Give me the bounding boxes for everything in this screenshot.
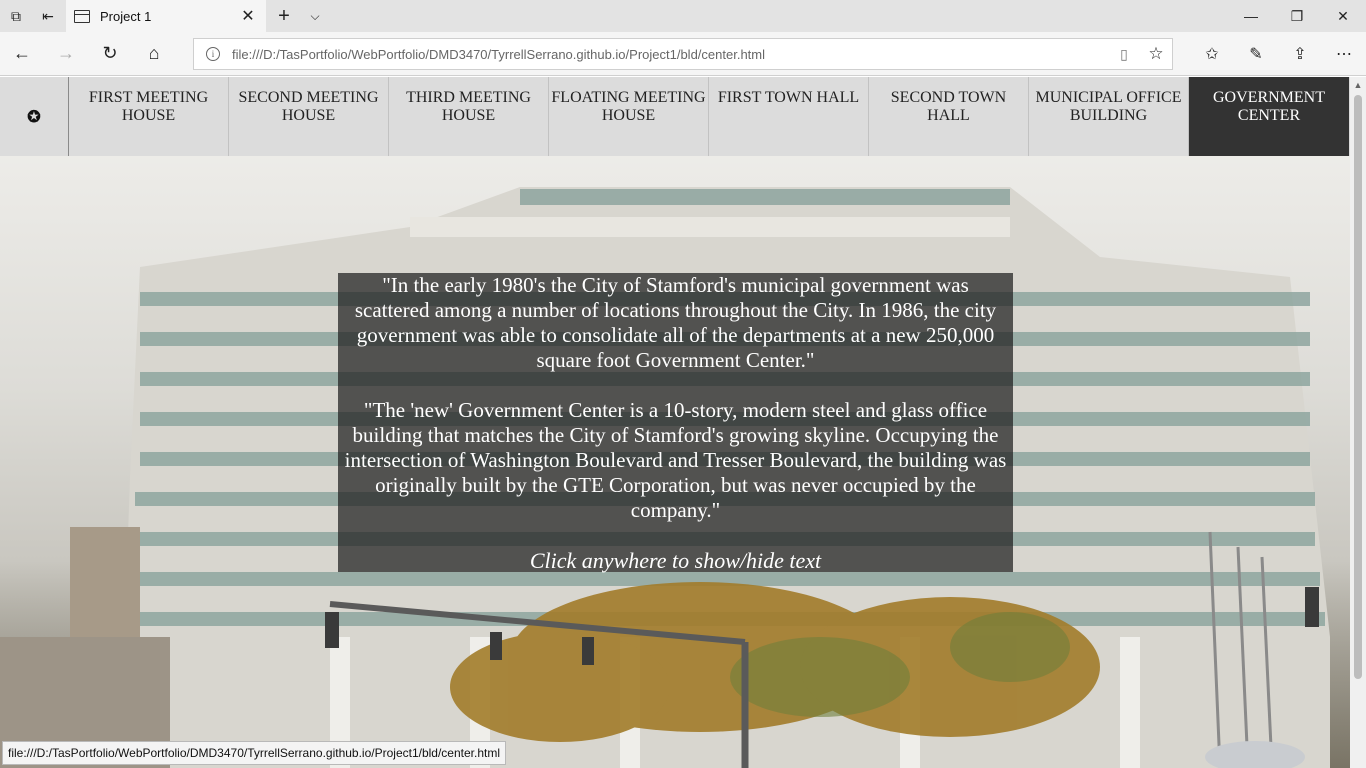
address-bar[interactable]: i file:///D:/TasPortfolio/WebPortfolio/D… — [193, 38, 1173, 70]
url-text[interactable]: file:///D:/TasPortfolio/WebPortfolio/DMD… — [232, 47, 1108, 62]
info-text-panel[interactable]: "In the early 1980's the City of Stamfor… — [338, 273, 1013, 573]
paragraph-building-description: "The 'new' Government Center is a 10-sto… — [344, 398, 1007, 522]
nav-municipal-office-building[interactable]: MUNICIPAL OFFICE BUILDING — [1029, 77, 1189, 156]
refresh-icon[interactable]: ↻ — [88, 32, 132, 76]
nav-second-meeting-house[interactable]: SECOND MEETING HOUSE — [229, 77, 389, 156]
reading-view-icon[interactable]: ▯ — [1108, 46, 1140, 63]
tab-title: Project 1 — [100, 8, 152, 24]
browser-toolbar: ← → ↻ ⌂ i file:///D:/TasPortfolio/WebPor… — [0, 32, 1366, 76]
site-nav: ✪ FIRST MEETING HOUSE SECOND MEETING HOU… — [0, 77, 1350, 156]
set-aside-tabs-icon[interactable]: ⇤ — [32, 0, 64, 32]
tab-actions-icon[interactable]: ⧉ — [0, 0, 32, 32]
forward-icon[interactable]: → — [44, 32, 88, 76]
toggle-text-hint: Click anywhere to show/hide text — [529, 548, 822, 573]
window-close-icon[interactable]: ✕ — [1320, 0, 1366, 32]
page-viewport[interactable]: ✪ FIRST MEETING HOUSE SECOND MEETING HOU… — [0, 77, 1366, 768]
nav-government-center[interactable]: GOVERNMENT CENTER — [1189, 77, 1349, 156]
site-logo[interactable]: ✪ — [0, 77, 69, 156]
nav-floating-meeting-house[interactable]: FLOATING MEETING HOUSE — [549, 77, 709, 156]
more-options-icon[interactable]: ⋯ — [1322, 32, 1366, 76]
web-note-icon[interactable]: ✎ — [1234, 32, 1278, 76]
page-icon — [74, 9, 90, 23]
back-icon[interactable]: ← — [0, 32, 44, 76]
nav-third-meeting-house[interactable]: THIRD MEETING HOUSE — [389, 77, 549, 156]
site-info-icon[interactable]: i — [206, 47, 220, 61]
scrollbar-thumb[interactable] — [1354, 95, 1362, 679]
close-tab-icon[interactable]: ✕ — [240, 6, 256, 26]
new-tab-button[interactable]: + — [266, 0, 302, 32]
minimize-icon[interactable]: — — [1228, 0, 1274, 32]
status-bar-url: file:///D:/TasPortfolio/WebPortfolio/DMD… — [2, 741, 506, 765]
home-icon[interactable]: ⌂ — [132, 32, 176, 76]
nav-first-town-hall[interactable]: FIRST TOWN HALL — [709, 77, 869, 156]
restore-icon[interactable]: ❐ — [1274, 0, 1320, 32]
award-icon: ✪ — [27, 108, 41, 126]
favorite-star-icon[interactable]: ☆ — [1140, 44, 1172, 64]
scroll-up-icon[interactable]: ▲ — [1350, 77, 1366, 93]
favorites-hub-icon[interactable]: ✩ — [1190, 32, 1234, 76]
browser-tab[interactable]: Project 1 ✕ — [66, 0, 266, 32]
tab-preview-chevron-icon[interactable]: ⌵ — [302, 0, 328, 32]
share-icon[interactable]: ⇪ — [1278, 32, 1322, 76]
nav-second-town-hall[interactable]: SECOND TOWN HALL — [869, 77, 1029, 156]
browser-tab-strip: ⧉ ⇤ Project 1 ✕ + ⌵ — ❐ ✕ — [0, 0, 1366, 32]
vertical-scrollbar[interactable]: ▲ — [1350, 77, 1366, 768]
paragraph-consolidation: "In the early 1980's the City of Stamfor… — [354, 273, 997, 372]
nav-first-meeting-house[interactable]: FIRST MEETING HOUSE — [69, 77, 229, 156]
